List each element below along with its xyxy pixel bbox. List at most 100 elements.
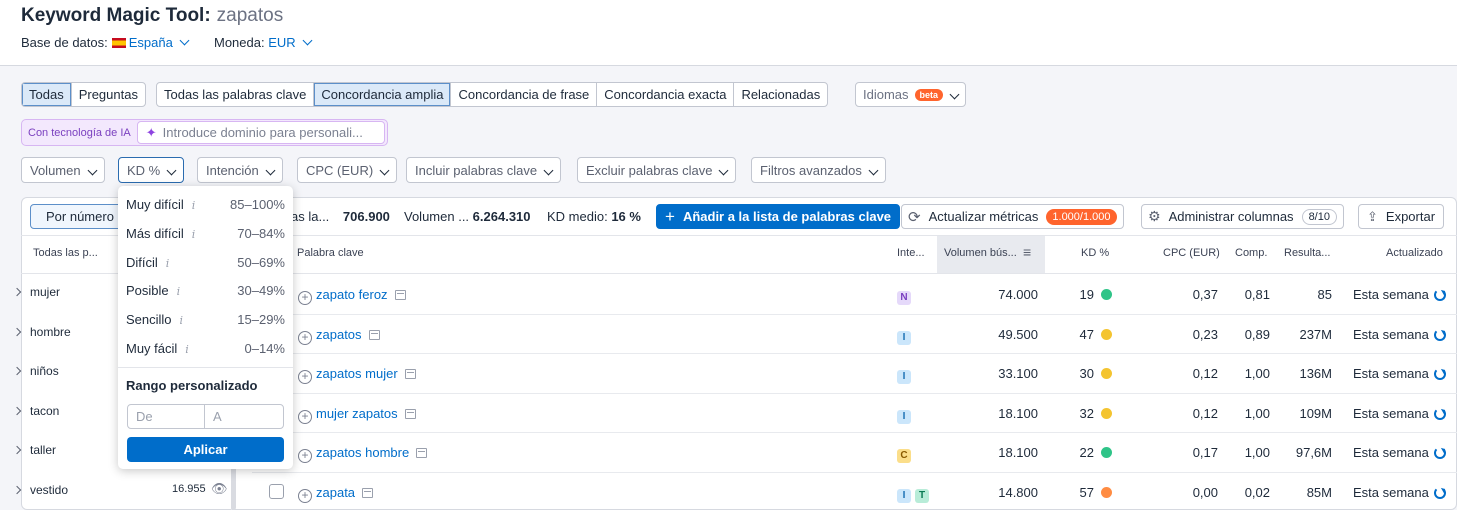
column-updated[interactable]: Actualizado (1386, 247, 1443, 259)
manage-columns-button[interactable]: ⚙ Administrar columnas 8/10 (1141, 204, 1344, 229)
kd-dot-icon (1101, 289, 1112, 300)
info-icon: i (191, 199, 196, 212)
currency-selector[interactable]: Moneda: EUR (214, 35, 313, 50)
total-volume-value: 6.264.310 (472, 209, 531, 224)
sidebar-item-vestido[interactable]: vestido 16.955 👁 (12, 481, 228, 497)
updated-text: Esta semana (1353, 485, 1429, 500)
sidebar-item-hombre[interactable]: hombre (12, 325, 71, 339)
filter-volume[interactable]: Volumen (21, 157, 105, 183)
chevron-right-icon (12, 366, 22, 376)
refresh-row-icon[interactable] (1433, 289, 1446, 301)
kd-apply-button[interactable]: Aplicar (127, 437, 284, 462)
tab-exact-match[interactable]: Concordancia exacta (597, 83, 735, 106)
column-volume[interactable]: Volumen bús... (944, 247, 1017, 259)
row-divider (252, 393, 1457, 394)
serp-icon[interactable] (416, 448, 428, 458)
sidebar-item-ninos[interactable]: niños (12, 364, 59, 378)
table-row-keyword: + zapata (298, 485, 374, 503)
refresh-row-icon[interactable] (1433, 408, 1446, 420)
keyword-link[interactable]: mujer zapatos (316, 406, 398, 421)
sidebar-item-mujer[interactable]: mujer (12, 285, 60, 299)
column-keyword[interactable]: Palabra clave (297, 247, 364, 259)
kd-dot-icon (1101, 329, 1112, 340)
serp-icon[interactable] (394, 290, 406, 300)
add-keyword-icon[interactable]: + (298, 370, 312, 384)
sidebar-item-tacon[interactable]: tacon (12, 404, 59, 418)
languages-dropdown[interactable]: Idiomas beta (855, 82, 967, 107)
chevron-down-icon (543, 165, 554, 175)
total-volume-stat: Volumen ... 6.264.310 (404, 209, 531, 224)
row-checkbox[interactable] (269, 484, 284, 499)
kd-option-hard[interactable]: Difícil i 50–69% (126, 255, 285, 270)
keyword-link[interactable]: zapatos (316, 327, 362, 342)
database-selector[interactable]: Base de datos: España (21, 35, 190, 50)
add-keyword-icon[interactable]: + (298, 489, 312, 503)
custom-range-title: Rango personalizado (126, 378, 258, 393)
serp-icon[interactable] (368, 330, 380, 340)
keyword-link[interactable]: zapatos hombre (316, 445, 409, 460)
eye-icon[interactable]: 👁 (211, 481, 228, 497)
group-by-number-button[interactable]: Por número (30, 204, 130, 229)
chevron-down-icon (949, 89, 960, 100)
filter-cpc[interactable]: CPC (EUR) (297, 157, 398, 183)
volume-value: 18.100 (998, 445, 1038, 460)
gear-icon: ⚙ (1148, 208, 1161, 224)
filter-intent[interactable]: Intención (197, 157, 283, 183)
keyword-link[interactable]: zapatos mujer (316, 366, 398, 381)
filter-advanced[interactable]: Filtros avanzados (751, 157, 886, 183)
add-keyword-icon[interactable]: + (298, 291, 312, 305)
column-results[interactable]: Resulta... (1284, 247, 1330, 259)
kd-option-easy[interactable]: Sencillo i 15–29% (126, 312, 285, 327)
competition-value: 0,89 (1244, 327, 1270, 342)
refresh-row-icon[interactable] (1433, 447, 1446, 459)
export-button[interactable]: ⇪ Exportar (1358, 204, 1445, 229)
keyword-link[interactable]: zapato feroz (316, 287, 388, 302)
keyword-link[interactable]: zapata (316, 485, 355, 500)
volume-value: 74.000 (998, 287, 1038, 302)
refresh-row-icon[interactable] (1433, 487, 1446, 499)
languages-label: Idiomas (863, 87, 909, 102)
kd-option-very-easy[interactable]: Muy fácil i 0–14% (126, 341, 285, 356)
kd-from-input[interactable]: De (127, 404, 205, 429)
update-metrics-button[interactable]: ⟳ Actualizar métricas 1.000/1.000 (901, 204, 1124, 229)
filter-include-keywords[interactable]: Incluir palabras clave (406, 157, 562, 183)
add-to-list-button[interactable]: + Añadir a la lista de palabras clave (656, 204, 901, 229)
column-kd[interactable]: KD % (1081, 247, 1109, 259)
filter-kd[interactable]: KD % (118, 157, 185, 183)
header-bar: Keyword Magic Tool: zapatos Base de datos… (0, 0, 1457, 66)
sidebar-header: Todas las p... (33, 247, 98, 259)
serp-icon[interactable] (404, 369, 416, 379)
updated-value: Esta semana (1353, 366, 1446, 381)
sort-desc-icon[interactable]: ≡ (1023, 244, 1031, 260)
refresh-row-icon[interactable] (1433, 368, 1446, 380)
kd-option-possible[interactable]: Posible i 30–49% (126, 283, 285, 298)
kd-value: 19 (1056, 287, 1112, 302)
tab-questions[interactable]: Preguntas (72, 83, 145, 106)
column-intent[interactable]: Inte... (897, 247, 925, 259)
kd-option-harder[interactable]: Más difícil i 70–84% (126, 226, 285, 241)
tab-phrase-match[interactable]: Concordancia de frase (451, 83, 598, 106)
column-comp[interactable]: Comp. (1235, 247, 1267, 259)
intent-badges: I (897, 328, 911, 345)
intent-badge: I (897, 410, 911, 424)
domain-input[interactable]: ✦ Introduce dominio para personali... (136, 121, 385, 144)
add-keyword-icon[interactable]: + (298, 410, 312, 424)
kd-to-input[interactable]: A (204, 404, 284, 429)
add-keyword-icon[interactable]: + (298, 331, 312, 345)
kd-value: 57 (1056, 485, 1112, 500)
table-row-keyword: + zapatos mujer (298, 366, 416, 384)
refresh-row-icon[interactable] (1433, 329, 1446, 341)
serp-icon[interactable] (362, 488, 374, 498)
add-keyword-icon[interactable]: + (298, 449, 312, 463)
cpc-value: 0,00 (1192, 485, 1218, 500)
serp-icon[interactable] (404, 409, 416, 419)
tab-related[interactable]: Relacionadas (734, 83, 827, 106)
tab-all[interactable]: Todas (22, 83, 72, 106)
sidebar-item-taller[interactable]: taller (12, 443, 56, 457)
tab-all-keywords[interactable]: Todas las palabras clave (157, 83, 315, 106)
column-cpc[interactable]: CPC (EUR) (1163, 247, 1220, 259)
updated-value: Esta semana (1353, 485, 1446, 500)
filter-exclude-keywords[interactable]: Excluir palabras clave (577, 157, 737, 183)
tab-broad-match[interactable]: Concordancia amplia (314, 83, 452, 106)
kd-option-very-hard[interactable]: Muy difícil i 85–100% (126, 197, 285, 212)
